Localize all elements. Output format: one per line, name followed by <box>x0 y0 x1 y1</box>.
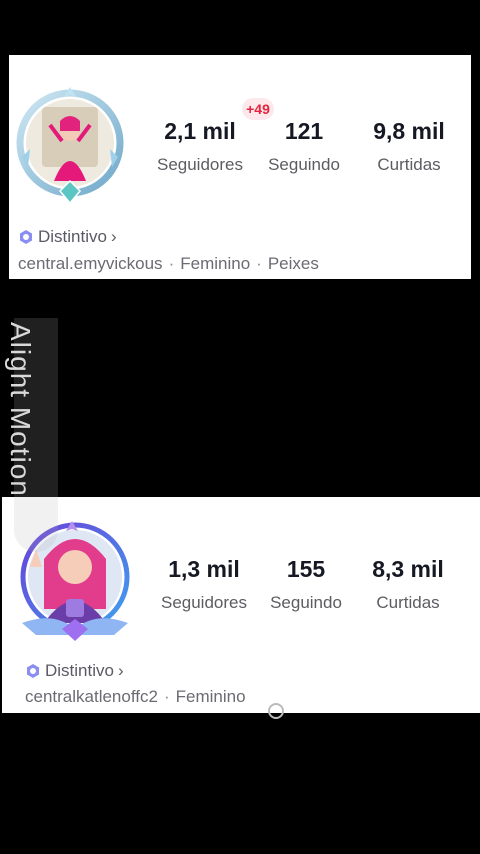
profile-meta: centralkatlenoffc2 · Feminino <box>25 687 246 707</box>
following-stat[interactable]: 155 Seguindo <box>251 555 361 613</box>
distintivo-link[interactable]: Distintivo › <box>25 661 124 681</box>
followers-label: Seguidores <box>156 155 243 174</box>
following-label: Seguindo <box>270 593 342 612</box>
profile-card-2: 1,3 mil Seguidores 155 Seguindo 8,3 mil … <box>2 497 480 713</box>
followers-stat[interactable]: 2,1 mil Seguidores <box>145 117 255 175</box>
profile-meta: central.emyvickous · Feminino · Peixes <box>18 254 319 274</box>
followers-count: 1,3 mil <box>168 556 240 582</box>
circle-icon <box>268 703 284 719</box>
chevron-right-icon: › <box>110 227 117 246</box>
following-count: 155 <box>286 556 326 582</box>
profile-card-1: +49 2,1 mil Seguidores 121 Seguindo 9,8 … <box>9 55 471 279</box>
likes-count: 9,8 mil <box>373 118 445 144</box>
distintivo-link[interactable]: Distintivo › <box>18 227 117 247</box>
likes-label: Curtidas <box>377 155 441 174</box>
followers-count: 2,1 mil <box>164 118 236 144</box>
gender: Feminino <box>180 254 251 273</box>
distintivo-label: Distintivo <box>38 227 107 246</box>
likes-count: 8,3 mil <box>372 556 444 582</box>
likes-stat[interactable]: 8,3 mil Curtidas <box>353 555 463 613</box>
separator-dot: · <box>168 254 175 273</box>
likes-label: Curtidas <box>376 593 440 612</box>
avatar-with-frame[interactable] <box>16 85 124 209</box>
gender: Feminino <box>175 687 246 706</box>
zodiac-sign: Peixes <box>267 254 319 273</box>
likes-stat[interactable]: 9,8 mil Curtidas <box>354 117 464 175</box>
watermark-text: Alight Motion <box>5 322 36 497</box>
distintivo-icon <box>27 664 39 678</box>
username[interactable]: centralkatlenoffc2 <box>25 687 158 706</box>
following-stat[interactable]: 121 Seguindo <box>249 117 359 175</box>
following-count: 121 <box>284 118 324 144</box>
separator-dot: · <box>256 254 262 273</box>
avatar-frame-icon <box>16 87 124 205</box>
chevron-right-icon: › <box>117 661 124 680</box>
followers-stat[interactable]: 1,3 mil Seguidores <box>149 555 259 613</box>
username[interactable]: central.emyvickous <box>18 254 163 273</box>
followers-label: Seguidores <box>160 593 247 612</box>
distintivo-icon <box>20 230 32 244</box>
distintivo-label: Distintivo <box>45 661 114 680</box>
separator-dot: · <box>163 687 170 706</box>
following-label: Seguindo <box>268 155 340 174</box>
